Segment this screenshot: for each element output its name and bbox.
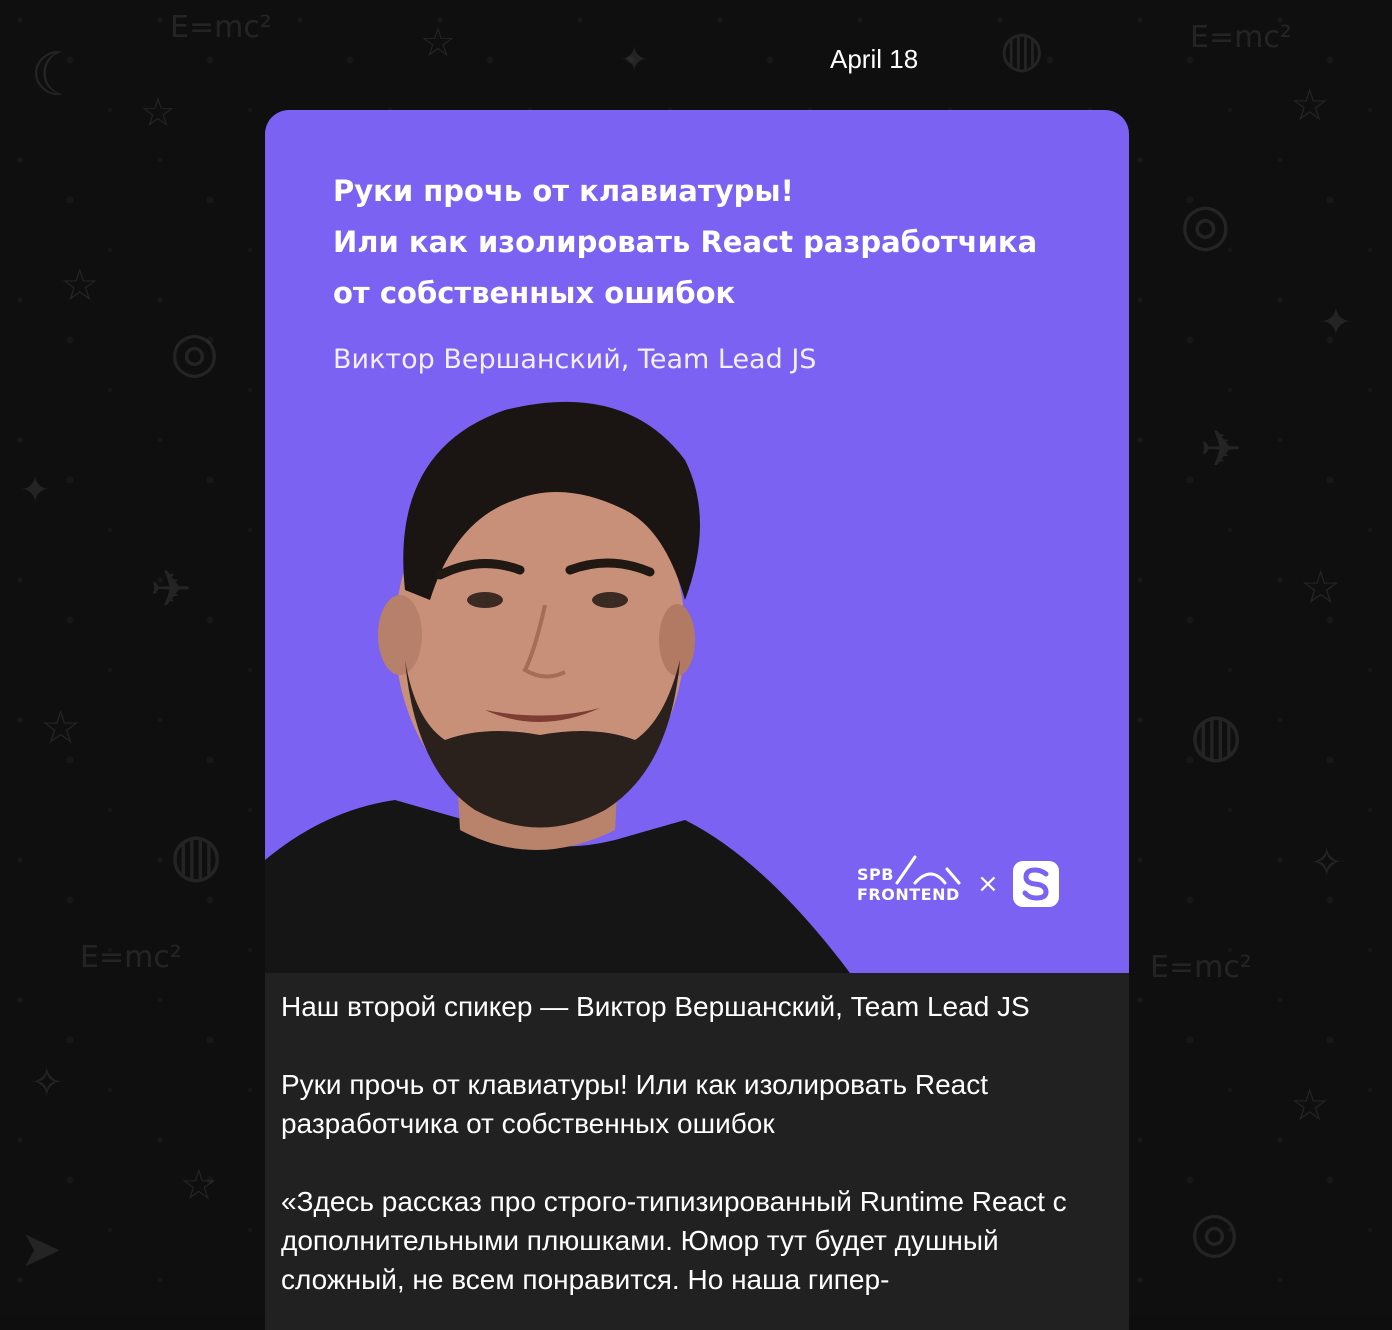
star-doodle-icon: ☆: [420, 20, 456, 66]
planet-doodle-icon: ◎: [1180, 190, 1231, 258]
rocket-doodle-icon: ✈: [150, 560, 192, 618]
poster-title: Руки прочь от клавиатуры! Или как изолир…: [333, 166, 1093, 319]
star-doodle-icon: ☆: [1300, 560, 1342, 614]
planet-doodle-icon: ◍: [1190, 700, 1243, 770]
caption-paragraph: Руки прочь от клавиатуры! Или как изолир…: [281, 1069, 989, 1139]
formula-doodle-icon: E=mc²: [80, 940, 182, 975]
star-doodle-icon: ☆: [1290, 1080, 1330, 1131]
star-doodle-icon: ☆: [140, 90, 176, 136]
s-logo: [1012, 861, 1059, 907]
planet-doodle-icon: ◎: [170, 320, 219, 385]
date-separator: April 18: [830, 44, 919, 74]
formula-doodle-icon: E=mc²: [1150, 950, 1252, 985]
spb-frontend-logo: SPB FRONTEND: [857, 855, 963, 913]
star-doodle-icon: ✦: [20, 470, 51, 511]
formula-doodle-icon: E=mc²: [1190, 20, 1292, 55]
poster-author: Виктор Вершанский, Team Lead JS: [333, 344, 817, 375]
poster-title-line: Или как изолировать React разработчика: [333, 225, 1038, 259]
star-doodle-icon: ☆: [40, 700, 82, 754]
planet-doodle-icon: ☾: [30, 40, 84, 110]
poster-title-line: Руки прочь от клавиатуры!: [333, 174, 794, 208]
planet-doodle-icon: ◎: [1190, 1200, 1239, 1265]
star-doodle-icon: ✦: [620, 40, 649, 80]
caption-paragraph: «Здесь рассказ про строго-типизированный…: [281, 1186, 1067, 1295]
paper-plane-doodle-icon: ➤: [20, 1220, 62, 1278]
planet-doodle-icon: ◍: [1000, 20, 1044, 78]
post-caption: Наш второй спикер — Виктор Вершанский, T…: [265, 973, 1129, 1299]
star-doodle-icon: ☆: [60, 260, 100, 311]
bridge-icon: [895, 855, 961, 885]
poster-title-line: от собственных ошибок: [333, 276, 736, 310]
star-doodle-icon: ✧: [30, 1060, 64, 1106]
logo-separator: ×: [977, 869, 999, 899]
partner-logos: SPB FRONTEND ×: [857, 854, 1059, 914]
star-doodle-icon: ✧: [1310, 840, 1344, 886]
s-logo-icon: [1022, 867, 1049, 901]
caption-paragraph: Наш второй спикер — Виктор Вершанский, T…: [281, 991, 1030, 1022]
star-doodle-icon: ☆: [180, 1160, 218, 1209]
speaker-photo: [265, 401, 850, 973]
formula-doodle-icon: E=mc²: [170, 10, 272, 45]
channel-post[interactable]: Руки прочь от клавиатуры! Или как изолир…: [265, 110, 1129, 1330]
planet-doodle-icon: ◍: [170, 820, 223, 890]
star-doodle-icon: ☆: [1290, 80, 1330, 131]
rocket-doodle-icon: ✈: [1200, 420, 1242, 478]
star-doodle-icon: ✦: [1320, 300, 1352, 344]
post-image[interactable]: Руки прочь от клавиатуры! Или как изолир…: [265, 110, 1129, 973]
